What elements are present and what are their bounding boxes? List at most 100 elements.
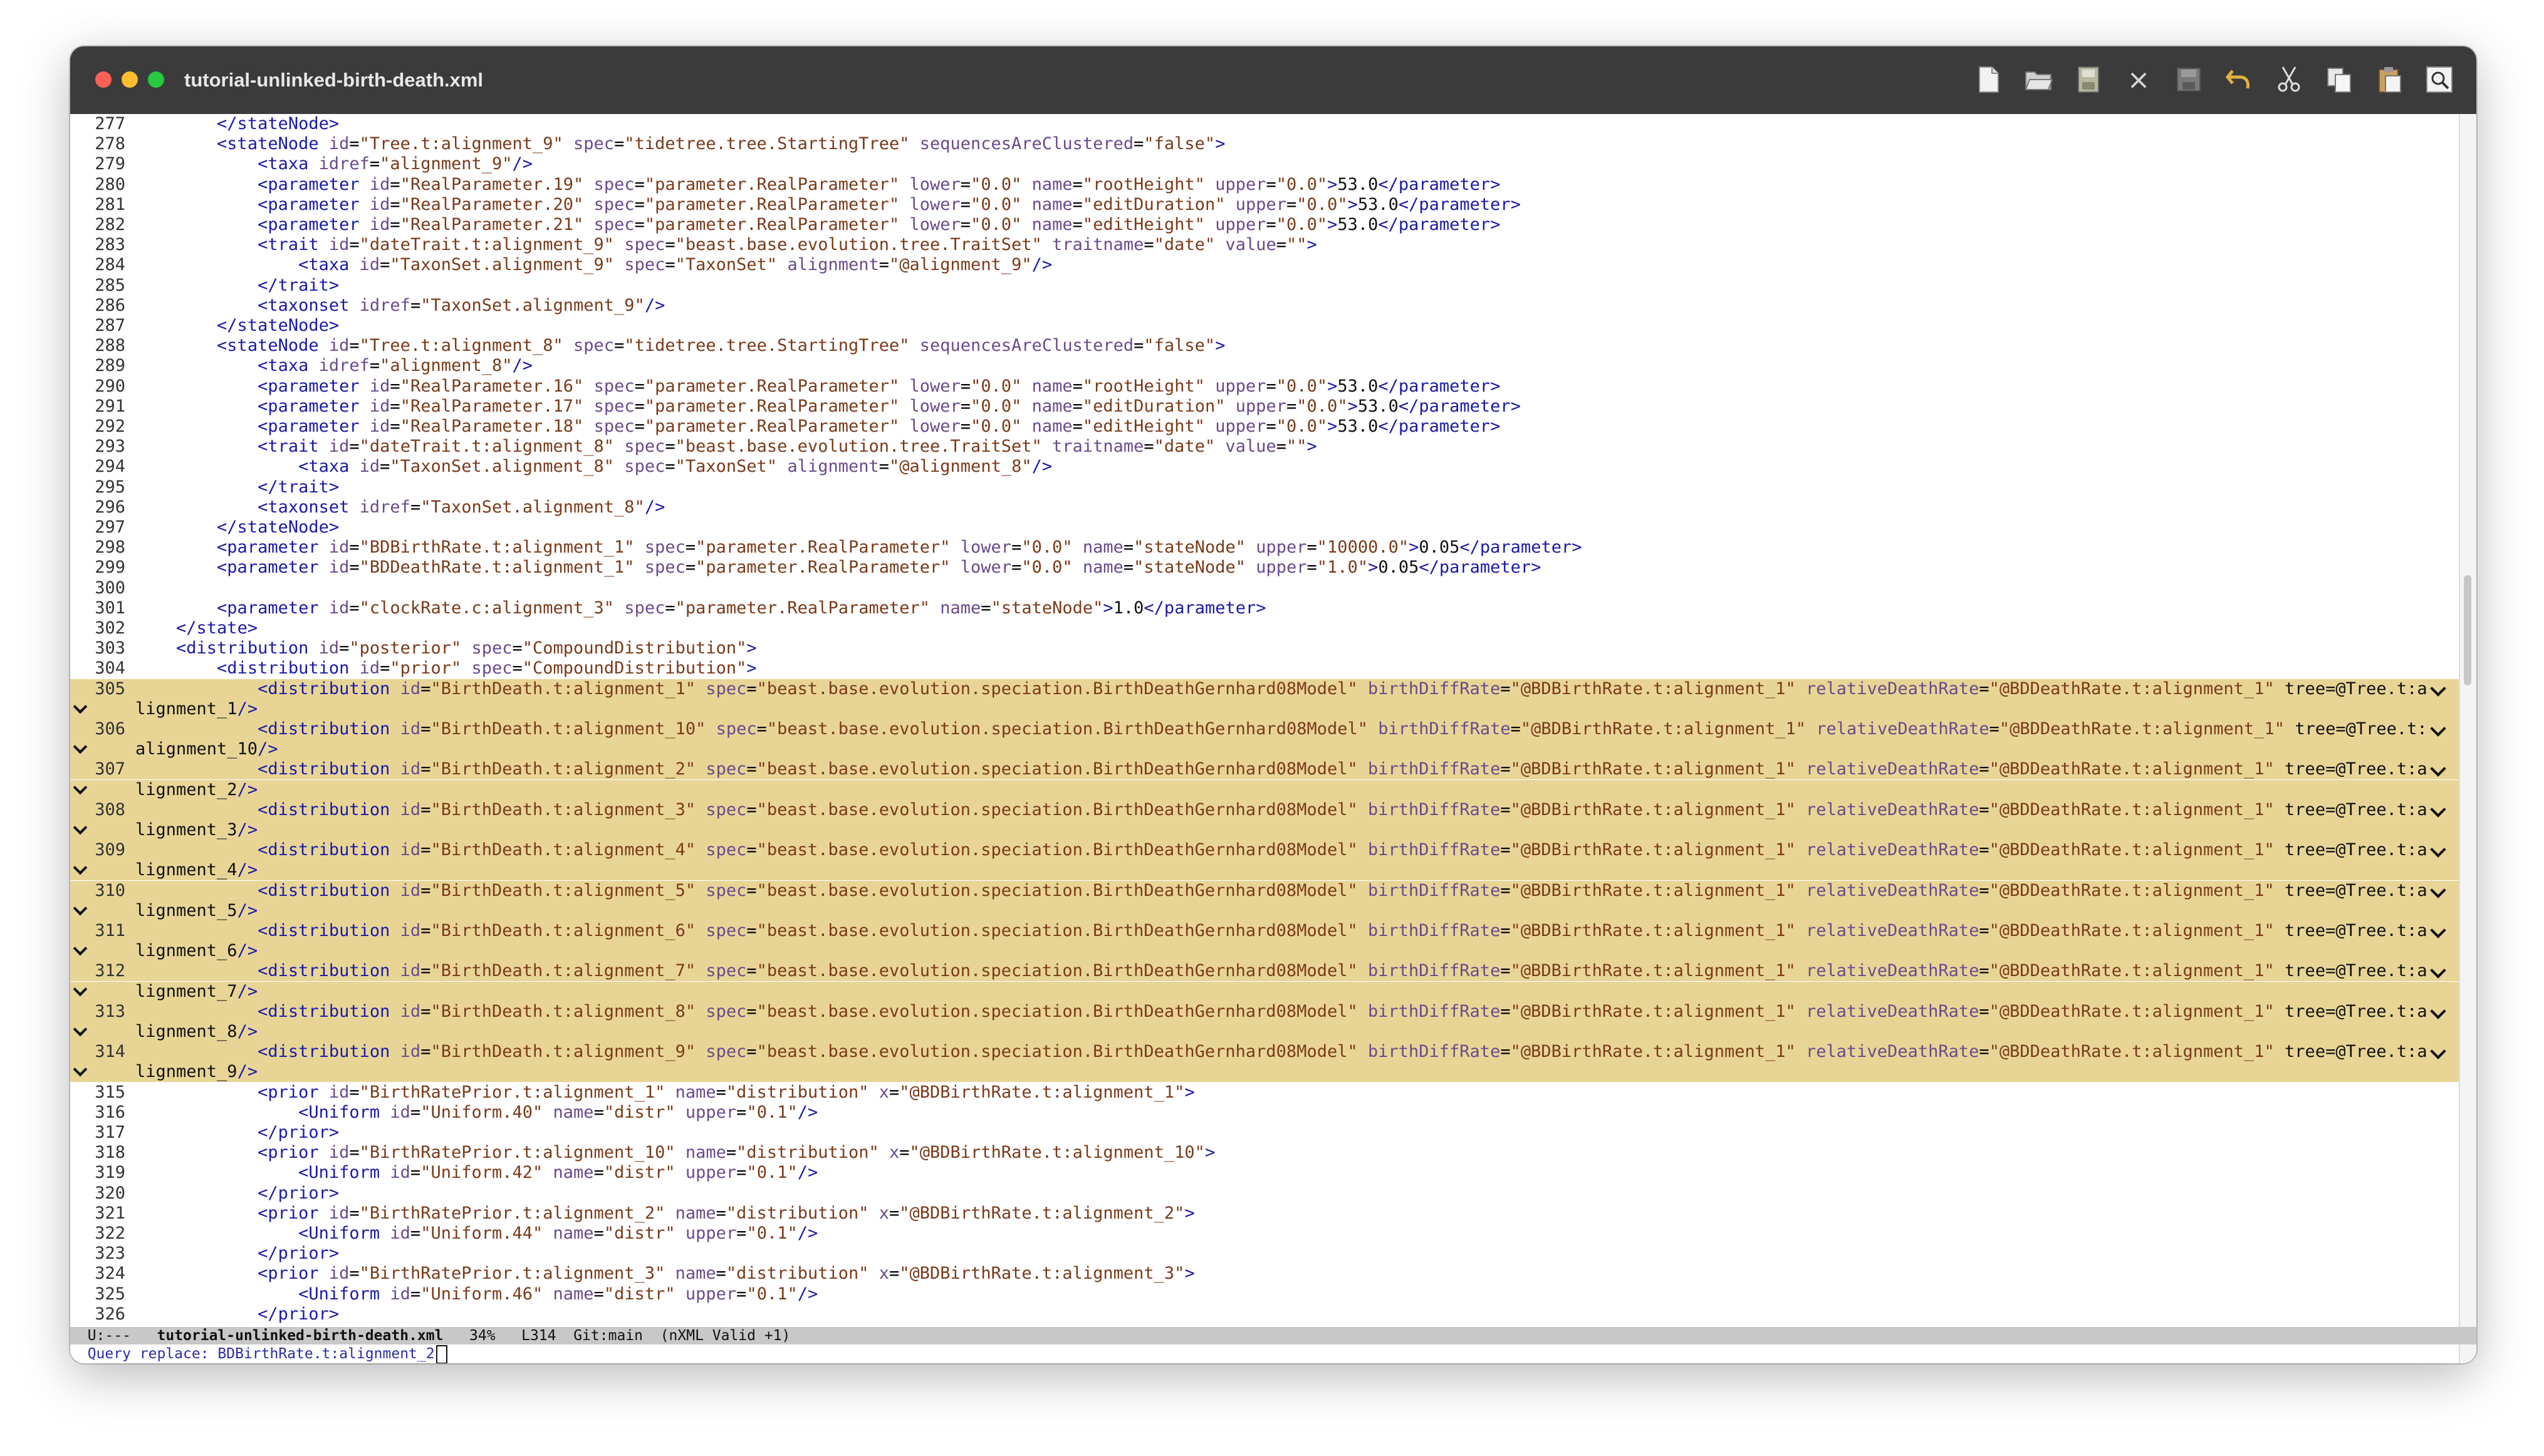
code-line[interactable]: 303 <distribution id="posterior" spec="C… [70, 638, 2460, 658]
code-editor[interactable]: 277 </stateNode> 278 <stateNode id="Tree.… [70, 114, 2460, 1363]
line-number: 314 [95, 1042, 125, 1061]
code-line[interactable]: 300 [70, 578, 2460, 598]
code-line[interactable]: 288 <stateNode id="Tree.t:alignment_8" s… [70, 336, 2460, 356]
code-line-continuation[interactable]: lignment_7/> [70, 982, 2460, 1002]
code-line[interactable]: 307 <distribution id="BirthDeath.t:align… [70, 759, 2460, 779]
line-number: 301 [95, 598, 125, 618]
modeline-git-branch: Git:main [573, 1328, 643, 1344]
code-line[interactable]: 277 </stateNode> [70, 114, 2460, 134]
code-text: <parameter id="clockRate.c:alignment_3" … [217, 598, 1266, 618]
code-line[interactable]: 296 <taxonset idref="TaxonSet.alignment_… [70, 497, 2460, 517]
code-line[interactable]: 287 </stateNode> [70, 316, 2460, 336]
paste-icon[interactable] [2371, 61, 2407, 98]
modeline-percent: 34% [469, 1328, 496, 1344]
code-line[interactable]: 281 <parameter id="RealParameter.20" spe… [70, 195, 2460, 215]
code-line[interactable]: 311 <distribution id="BirthDeath.t:align… [70, 921, 2460, 941]
copy-icon[interactable] [2321, 61, 2357, 98]
minimize-window-button[interactable] [122, 71, 138, 88]
code-line[interactable]: 283 <trait id="dateTrait.t:alignment_9" … [70, 235, 2460, 255]
code-line[interactable]: 317 </prior> [70, 1123, 2460, 1143]
line-number: 303 [95, 638, 125, 658]
undo-icon[interactable] [2221, 61, 2257, 98]
code-line[interactable]: 299 <parameter id="BDDeathRate.t:alignme… [70, 558, 2460, 578]
line-number: 280 [95, 175, 125, 194]
window-title: tutorial-unlinked-birth-death.xml [184, 69, 484, 91]
code-line-continuation[interactable]: lignment_3/> [70, 820, 2460, 840]
code-line[interactable]: 285 </trait> [70, 276, 2460, 296]
line-number: 313 [95, 1002, 125, 1021]
code-line-continuation[interactable]: lignment_5/> [70, 901, 2460, 921]
code-line[interactable]: 322 <Uniform id="Uniform.44" name="distr… [70, 1224, 2460, 1244]
code-line[interactable]: 297 </stateNode> [70, 517, 2460, 538]
code-line-continuation[interactable]: lignment_2/> [70, 780, 2460, 800]
code-line[interactable]: 319 <Uniform id="Uniform.42" name="distr… [70, 1163, 2460, 1183]
code-line[interactable]: 321 <prior id="BirthRatePrior.t:alignmen… [70, 1204, 2460, 1224]
line-number: 282 [95, 215, 125, 234]
cut-icon[interactable] [2271, 61, 2307, 98]
line-number: 302 [95, 618, 125, 638]
close-icon[interactable]: × [2120, 61, 2157, 98]
code-line[interactable]: 315 <prior id="BirthRatePrior.t:alignmen… [70, 1083, 2460, 1103]
code-line[interactable]: 289 <taxa idref="alignment_8"/> [70, 356, 2460, 376]
code-line[interactable]: 324 <prior id="BirthRatePrior.t:alignmen… [70, 1264, 2460, 1284]
modeline-buffer-name: tutorial-unlinked-birth-death.xml [157, 1328, 444, 1344]
code-line[interactable]: 291 <parameter id="RealParameter.17" spe… [70, 397, 2460, 417]
code-text: <distribution id="BirthDeath.t:alignment… [258, 800, 2427, 819]
code-line[interactable]: 305 <distribution id="BirthDeath.t:align… [70, 679, 2460, 699]
code-text: <parameter id="RealParameter.16" spec="p… [258, 377, 1501, 396]
open-folder-icon[interactable] [2020, 61, 2057, 98]
zoom-window-button[interactable] [148, 71, 164, 88]
code-line[interactable]: 295 </trait> [70, 477, 2460, 497]
code-line[interactable]: 326 </prior> [70, 1304, 2460, 1324]
code-text: <trait id="dateTrait.t:alignment_9" spec… [258, 235, 1317, 254]
code-line[interactable]: 279 <taxa idref="alignment_9"/> [70, 154, 2460, 174]
code-text: <distribution id="BirthDeath.t:alignment… [258, 679, 2427, 699]
line-number: 315 [95, 1083, 125, 1102]
code-line[interactable]: 314 <distribution id="BirthDeath.t:align… [70, 1042, 2460, 1062]
code-line[interactable]: 323 </prior> [70, 1244, 2460, 1264]
save-icon[interactable] [2070, 61, 2107, 98]
code-line-continuation[interactable]: lignment_4/> [70, 860, 2460, 880]
code-line[interactable]: 280 <parameter id="RealParameter.19" spe… [70, 175, 2460, 195]
code-line-continuation[interactable]: alignment_10/> [70, 739, 2460, 759]
close-window-button[interactable] [95, 71, 112, 88]
code-line[interactable]: 301 <parameter id="clockRate.c:alignment… [70, 598, 2460, 618]
code-line[interactable]: 292 <parameter id="RealParameter.18" spe… [70, 417, 2460, 437]
code-line[interactable]: 304 <distribution id="prior" spec="Compo… [70, 658, 2460, 679]
vertical-scrollbar[interactable] [2459, 114, 2476, 1363]
code-line[interactable]: 293 <trait id="dateTrait.t:alignment_8" … [70, 437, 2460, 457]
code-line[interactable]: 284 <taxa id="TaxonSet.alignment_9" spec… [70, 255, 2460, 275]
minibuffer[interactable]: Query replace: BDBirthRate.t:alignment_2 [70, 1344, 2476, 1363]
code-line[interactable]: 302 </state> [70, 618, 2460, 638]
scrollbar-thumb[interactable] [2464, 575, 2471, 685]
code-line[interactable]: 316 <Uniform id="Uniform.40" name="distr… [70, 1103, 2460, 1123]
line-number: 322 [95, 1224, 125, 1243]
line-number: 294 [95, 457, 125, 476]
code-line[interactable]: 294 <taxa id="TaxonSet.alignment_8" spec… [70, 457, 2460, 477]
code-line[interactable]: 290 <parameter id="RealParameter.16" spe… [70, 377, 2460, 397]
code-text: <trait id="dateTrait.t:alignment_8" spec… [258, 437, 1317, 456]
minibuffer-input[interactable]: BDBirthRate.t:alignment_2 [217, 1346, 434, 1362]
save-as-icon[interactable] [2171, 61, 2207, 98]
code-line[interactable]: 320 </prior> [70, 1183, 2460, 1204]
code-line[interactable]: 306 <distribution id="BirthDeath.t:align… [70, 719, 2460, 739]
code-line[interactable]: 325 <Uniform id="Uniform.46" name="distr… [70, 1284, 2460, 1304]
code-line[interactable]: 310 <distribution id="BirthDeath.t:align… [70, 881, 2460, 901]
code-line[interactable]: 298 <parameter id="BDBirthRate.t:alignme… [70, 538, 2460, 558]
code-line[interactable]: 278 <stateNode id="Tree.t:alignment_9" s… [70, 134, 2460, 154]
line-number: 279 [95, 154, 125, 174]
code-line[interactable]: 318 <prior id="BirthRatePrior.t:alignmen… [70, 1143, 2460, 1163]
code-line[interactable]: 282 <parameter id="RealParameter.21" spe… [70, 215, 2460, 235]
code-line[interactable]: 313 <distribution id="BirthDeath.t:align… [70, 1002, 2460, 1022]
code-line-continuation[interactable]: lignment_6/> [70, 941, 2460, 961]
search-icon[interactable] [2421, 61, 2458, 98]
code-line[interactable]: 309 <distribution id="BirthDeath.t:align… [70, 840, 2460, 860]
code-line-continuation[interactable]: lignment_8/> [70, 1022, 2460, 1042]
code-line[interactable]: 312 <distribution id="BirthDeath.t:align… [70, 961, 2460, 981]
code-line-continuation[interactable]: lignment_9/> [70, 1062, 2460, 1082]
line-number: 309 [95, 840, 125, 860]
code-line-continuation[interactable]: lignment_1/> [70, 699, 2460, 719]
new-file-icon[interactable] [1970, 61, 2006, 98]
code-line[interactable]: 286 <taxonset idref="TaxonSet.alignment_… [70, 296, 2460, 316]
code-line[interactable]: 308 <distribution id="BirthDeath.t:align… [70, 800, 2460, 820]
